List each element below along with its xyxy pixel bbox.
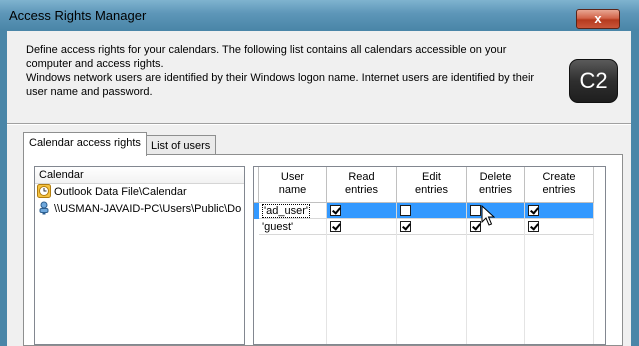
calendar-item-label: \\USMAN-JAVAID-PC\Users\Public\Do bbox=[54, 203, 242, 215]
access-rights-window: Access Rights Manager x Define access ri… bbox=[0, 0, 639, 346]
read-cell bbox=[327, 203, 397, 219]
create-cell bbox=[525, 219, 594, 235]
delete-cell bbox=[467, 219, 525, 235]
calendar-clock-icon bbox=[37, 184, 51, 198]
edit-cell bbox=[397, 219, 467, 235]
grid-line bbox=[396, 219, 397, 344]
calendar-list[interactable]: Calendar Outlook Data File\Calendar \\US… bbox=[34, 166, 245, 345]
dialog-client-area: Define access rights for your calendars.… bbox=[7, 31, 631, 346]
column-header-label: Create entries bbox=[542, 171, 576, 196]
delete-entries-checkbox[interactable] bbox=[470, 205, 481, 216]
grid-line bbox=[524, 219, 525, 344]
table-row[interactable]: 'guest' bbox=[254, 219, 594, 235]
window-title: Access Rights Manager bbox=[9, 8, 147, 23]
read-entries-checkbox[interactable] bbox=[330, 221, 341, 232]
network-user-icon bbox=[39, 201, 49, 215]
description-line: Windows network users are identified by … bbox=[26, 72, 535, 84]
edit-entries-checkbox[interactable] bbox=[400, 205, 411, 216]
column-header-edit-entries[interactable]: Edit entries bbox=[397, 167, 467, 203]
description-line: Define access rights for your calendars.… bbox=[26, 44, 507, 56]
create-cell bbox=[525, 203, 594, 219]
c2-logo: C2 bbox=[569, 59, 618, 103]
delete-cell bbox=[467, 203, 525, 219]
column-header-user-name[interactable]: User name bbox=[259, 167, 327, 203]
mouse-pointer-icon bbox=[481, 205, 495, 226]
user-name: 'guest' bbox=[262, 221, 294, 233]
column-header-label: User name bbox=[278, 171, 307, 196]
grid-line bbox=[466, 219, 467, 344]
create-entries-checkbox[interactable] bbox=[528, 205, 539, 216]
read-cell bbox=[327, 219, 397, 235]
grid-line bbox=[326, 219, 327, 344]
column-header-delete-entries[interactable]: Delete entries bbox=[467, 167, 525, 203]
column-header-label: Delete entries bbox=[478, 171, 513, 196]
user-name-cell[interactable]: 'ad_user' bbox=[259, 203, 327, 219]
tab-calendar-access-rights[interactable]: Calendar access rights bbox=[23, 132, 147, 156]
description-line: user name and password. bbox=[26, 86, 153, 98]
list-item[interactable]: Outlook Data File\Calendar bbox=[35, 184, 244, 201]
table-row[interactable]: 'ad_user' bbox=[254, 203, 594, 219]
tab-list-of-users[interactable]: List of users bbox=[145, 135, 217, 156]
title-bar[interactable]: Access Rights Manager x bbox=[0, 0, 639, 30]
calendar-item-label: Outlook Data File\Calendar bbox=[54, 186, 187, 198]
close-button[interactable]: x bbox=[576, 9, 620, 29]
list-item[interactable]: \\USMAN-JAVAID-PC\Users\Public\Do bbox=[35, 201, 244, 218]
calendar-column-header[interactable]: Calendar bbox=[35, 167, 244, 184]
user-name: 'ad_user' bbox=[262, 204, 310, 218]
edit-cell bbox=[397, 203, 467, 219]
grid-line bbox=[593, 219, 594, 344]
delete-entries-checkbox[interactable] bbox=[470, 221, 481, 232]
column-header-read-entries[interactable]: Read entries bbox=[327, 167, 397, 203]
edit-entries-checkbox[interactable] bbox=[400, 221, 411, 232]
column-header-label: Read entries bbox=[344, 171, 379, 196]
description-text: Define access rights for your calendars.… bbox=[26, 43, 556, 99]
divider-highlight bbox=[7, 124, 631, 125]
column-header-create-entries[interactable]: Create entries bbox=[525, 167, 594, 203]
column-header-label: Edit entries bbox=[414, 171, 449, 196]
create-entries-checkbox[interactable] bbox=[528, 221, 539, 232]
read-entries-checkbox[interactable] bbox=[330, 205, 341, 216]
description-line: computer and access rights. bbox=[26, 58, 164, 70]
user-name-cell[interactable]: 'guest' bbox=[259, 219, 327, 235]
access-rights-grid[interactable]: User name Read entries Edit entries Dele… bbox=[253, 166, 606, 345]
